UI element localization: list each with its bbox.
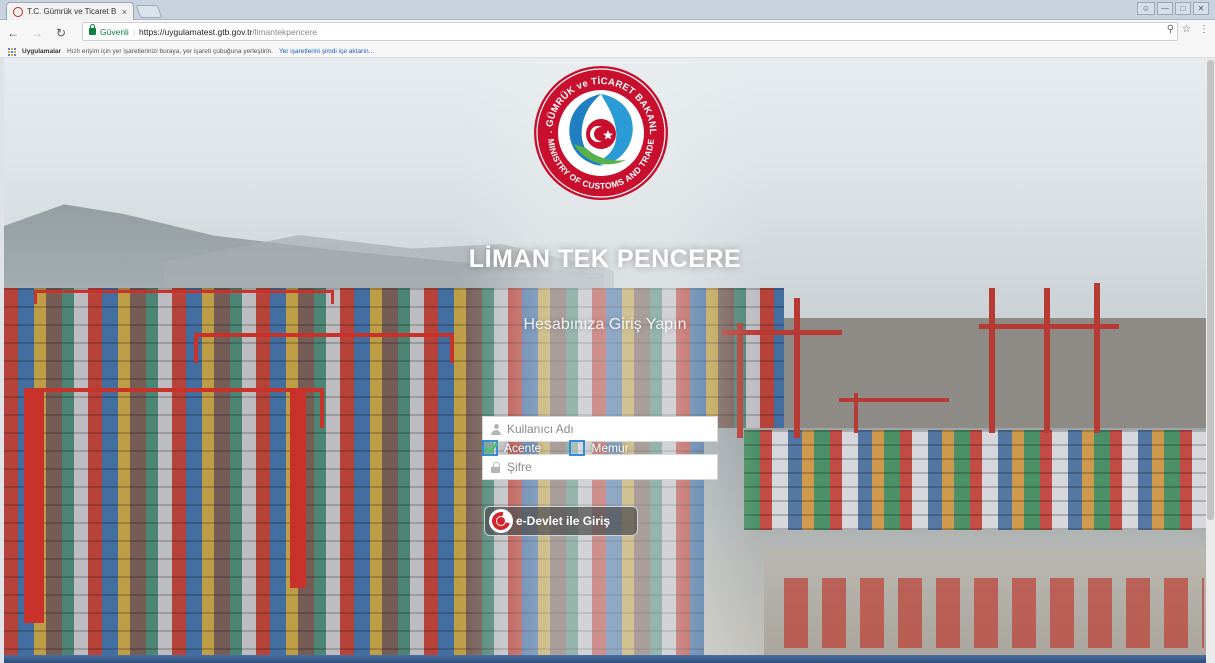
- zoom-icon[interactable]: ⚲: [1167, 24, 1174, 35]
- url-path: /limantekpencere: [252, 26, 318, 37]
- forward-icon[interactable]: →: [30, 26, 44, 40]
- close-window-icon[interactable]: ✕: [1193, 2, 1209, 15]
- tab-close-icon[interactable]: ×: [122, 7, 127, 17]
- os-taskbar: [4, 655, 1206, 663]
- background-quay-crane: [1044, 288, 1050, 433]
- tab-title: T.C. Gümrük ve Ticaret B: [27, 7, 117, 16]
- reload-icon[interactable]: ↻: [54, 26, 68, 40]
- secure-lock-icon: [89, 24, 96, 35]
- login-subtitle: Hesabınıza Giriş Yapın: [523, 316, 687, 333]
- background-container-stacks: [744, 430, 1206, 530]
- page-title: LİMAN TEK PENCERE: [468, 245, 742, 273]
- apps-link[interactable]: Uygulamalar: [22, 48, 61, 55]
- password-input[interactable]: [507, 460, 717, 474]
- background-quay-crane: [1094, 283, 1100, 433]
- edevlet-logo-icon: [489, 509, 513, 533]
- username-input[interactable]: [507, 422, 717, 436]
- maximize-icon[interactable]: □: [1175, 2, 1191, 15]
- background-gantry-leg: [24, 388, 44, 623]
- apps-grid-icon[interactable]: [8, 47, 16, 56]
- background-trucks: [784, 578, 1204, 648]
- tab-bar: T.C. Gümrük ve Ticaret B × ☺ — □ ✕: [0, 0, 1215, 20]
- role-option-memur[interactable]: Memur: [569, 440, 629, 456]
- toolbar-actions: ⚲ ☆ ⋮: [1167, 24, 1209, 35]
- browser-tab[interactable]: T.C. Gümrük ve Ticaret B ×: [6, 2, 134, 20]
- checkbox-checked-icon[interactable]: [482, 440, 498, 456]
- role-selector: Acente Memur: [482, 440, 718, 456]
- menu-icon[interactable]: ⋮: [1199, 24, 1209, 35]
- bookmark-star-icon[interactable]: ☆: [1182, 24, 1191, 35]
- profile-icon[interactable]: ☺: [1137, 2, 1155, 15]
- page-scrollbar-thumb[interactable]: [1207, 60, 1214, 520]
- background-quay-crane: [989, 288, 995, 433]
- back-icon[interactable]: ←: [6, 26, 20, 40]
- site-favicon-icon: [13, 6, 23, 17]
- minimize-icon[interactable]: —: [1157, 2, 1173, 15]
- checkbox-icon[interactable]: [569, 440, 586, 456]
- background-gantry-leg: [290, 388, 306, 588]
- background-gantry-crane: [24, 388, 324, 428]
- background-quay-crane: [794, 298, 800, 438]
- username-field[interactable]: [482, 416, 718, 442]
- password-field[interactable]: [482, 454, 718, 480]
- edevlet-label: e-Devlet ile Giriş: [516, 514, 611, 528]
- url-host: https://uygulamatest.gtb.gov.tr: [139, 26, 253, 37]
- role-label: Acente: [504, 441, 542, 455]
- secure-label: Güvenli: [100, 26, 129, 37]
- new-tab-button[interactable]: [135, 5, 163, 18]
- role-option-acente[interactable]: Acente: [482, 440, 541, 456]
- background-crane-arm: [979, 324, 1119, 329]
- role-label: Memur: [591, 441, 629, 455]
- background-gantry-crane: [194, 333, 454, 363]
- background-gantry-crane: [34, 290, 334, 304]
- edevlet-login-button[interactable]: e-Devlet ile Giriş: [484, 506, 638, 536]
- address-bar[interactable]: Güvenli | https://uygulamatest.gtb.gov.t…: [82, 22, 1178, 41]
- lock-icon: [491, 461, 501, 473]
- omnibox-separator: |: [132, 26, 136, 37]
- background-crane-arm: [839, 398, 949, 402]
- window-controls: ☺ — □ ✕: [1137, 2, 1209, 15]
- bookmarks-hint: Hızlı erişim için yer işaretlerinizi bur…: [67, 48, 273, 55]
- import-bookmarks-link[interactable]: Yer işaretlerini şimdi içe aktarın...: [279, 48, 374, 55]
- user-icon: [491, 423, 501, 435]
- ministry-logo: T.C. GÜMRÜK ve TİCARET BAKANLIĞI MINISTR…: [532, 64, 668, 200]
- bookmarks-bar: Uygulamalar Hızlı erişim için yer işaret…: [0, 46, 1215, 58]
